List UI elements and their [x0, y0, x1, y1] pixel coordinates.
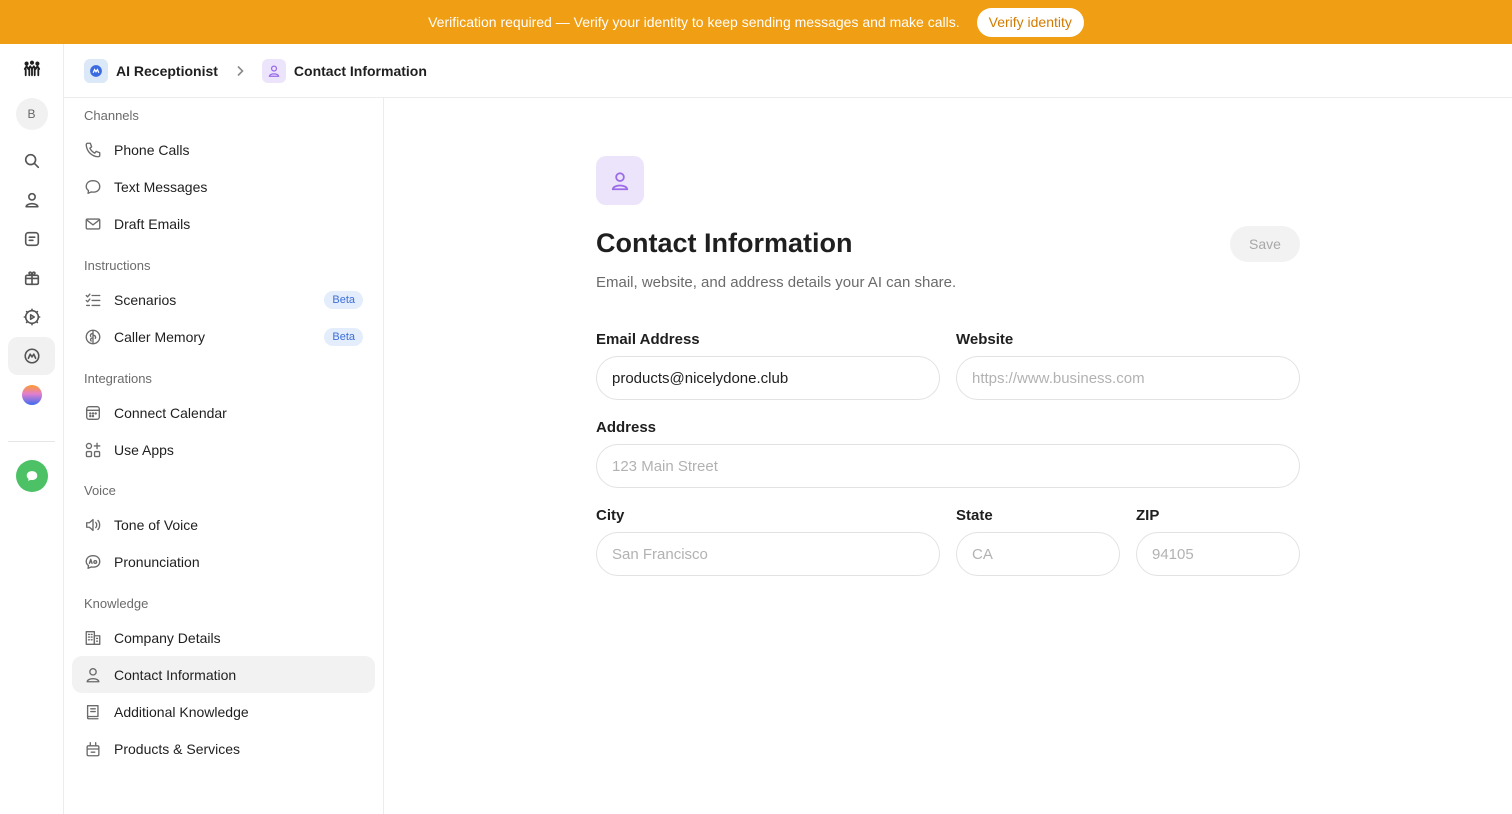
nav-item-company-details[interactable]: Company Details [72, 619, 375, 656]
nav-item-use-apps[interactable]: Use Apps [72, 431, 375, 468]
nav-item-caller-memory[interactable]: Caller Memory Beta [72, 318, 375, 355]
nav-item-label: Text Messages [114, 178, 208, 195]
nav-item-label: Use Apps [114, 441, 174, 458]
city-label: City [596, 507, 625, 524]
city-field[interactable] [596, 532, 940, 576]
contact-user-icon [596, 156, 644, 205]
user-icon [84, 666, 102, 684]
chat-bubble-icon [84, 178, 102, 196]
user-icon [261, 58, 286, 83]
settings-play-icon[interactable] [8, 298, 55, 336]
page-title: Contact Information [596, 228, 853, 258]
mail-icon [84, 215, 102, 233]
rail-divider [8, 441, 55, 442]
email-label: Email Address [596, 331, 700, 348]
nav-item-label: Draft Emails [114, 215, 191, 232]
building-icon [84, 629, 102, 647]
pronunciation-icon [84, 553, 102, 571]
search-icon[interactable] [8, 142, 55, 180]
notes-icon[interactable] [8, 220, 55, 258]
breadcrumb-ai-receptionist[interactable]: AI Receptionist [84, 58, 218, 83]
nav-item-scenarios[interactable]: Scenarios Beta [72, 281, 375, 318]
section-voice: Voice [84, 483, 116, 498]
nav-item-products-services[interactable]: Products & Services [72, 730, 375, 767]
section-integrations: Integrations [84, 371, 152, 386]
nav-item-label: Phone Calls [114, 141, 190, 158]
verify-identity-button[interactable]: Verify identity [976, 7, 1084, 37]
products-icon [84, 740, 102, 758]
nav-item-label: Company Details [114, 629, 221, 646]
settings-nav: Channels Phone Calls Text Messages Draft… [64, 98, 384, 814]
chevron-right-icon [232, 63, 248, 79]
nav-item-label: Additional Knowledge [114, 703, 249, 720]
verification-banner: Verification required — Verify your iden… [0, 0, 1512, 44]
chat-icon[interactable] [8, 457, 55, 495]
email-field[interactable] [596, 356, 940, 400]
breadcrumb-label: Contact Information [293, 62, 427, 79]
banner-text: Verification required — Verify your iden… [428, 14, 960, 30]
state-field[interactable] [956, 532, 1120, 576]
icon-rail: B [0, 44, 64, 814]
nav-item-label: Pronunciation [114, 553, 200, 570]
ai-receptionist-icon[interactable] [8, 337, 55, 375]
page-subtitle: Email, website, and address details your… [596, 274, 957, 291]
beta-badge: Beta [324, 327, 363, 346]
gradient-orb [21, 385, 42, 405]
nav-item-text-messages[interactable]: Text Messages [72, 168, 375, 205]
nav-item-connect-calendar[interactable]: Connect Calendar [72, 394, 375, 431]
nav-item-label: Caller Memory [114, 328, 206, 345]
nav-item-label: Connect Calendar [114, 404, 227, 421]
section-channels: Channels [84, 108, 139, 123]
main-content: Contact Information Email, website, and … [384, 98, 1512, 814]
nav-item-label: Products & Services [114, 740, 241, 757]
breadcrumb: AI Receptionist Contact Information [64, 44, 1512, 98]
nav-item-draft-emails[interactable]: Draft Emails [72, 205, 375, 242]
book-icon [84, 703, 102, 721]
nav-item-contact-information[interactable]: Contact Information [72, 656, 375, 693]
nav-item-label: Contact Information [114, 666, 237, 683]
breadcrumb-label: AI Receptionist [116, 62, 218, 79]
address-field[interactable] [596, 444, 1300, 488]
section-instructions: Instructions [84, 258, 151, 273]
apps-icon [84, 441, 102, 459]
nav-item-pronunciation[interactable]: Pronunciation [72, 543, 375, 580]
nav-item-label: Scenarios [114, 291, 177, 308]
calendar-icon [84, 404, 102, 422]
beta-badge: Beta [324, 290, 363, 309]
account-avatar[interactable]: B [8, 95, 55, 133]
checklist-icon [84, 291, 102, 309]
user-icon[interactable] [8, 181, 55, 219]
state-label: State [956, 507, 993, 524]
website-label: Website [956, 331, 1014, 348]
logo-icon[interactable] [8, 50, 55, 88]
speaker-icon [84, 516, 102, 534]
zip-label: ZIP [1136, 507, 1160, 524]
gradient-orb-icon[interactable] [8, 376, 55, 414]
chat-bubble [15, 460, 48, 492]
save-button[interactable]: Save [1230, 226, 1300, 262]
website-field[interactable] [956, 356, 1300, 400]
nav-item-label: Tone of Voice [114, 516, 199, 533]
breadcrumb-contact-information: Contact Information [261, 58, 427, 83]
ai-receptionist-icon [84, 58, 108, 83]
brain-icon [84, 328, 102, 346]
nav-item-additional-knowledge[interactable]: Additional Knowledge [72, 693, 375, 730]
nav-item-tone-of-voice[interactable]: Tone of Voice [72, 506, 375, 543]
phone-icon [84, 141, 102, 159]
zip-field[interactable] [1136, 532, 1300, 576]
avatar-letter: B [15, 98, 48, 130]
nav-item-phone-calls[interactable]: Phone Calls [72, 131, 375, 168]
address-label: Address [596, 419, 657, 436]
gift-icon[interactable] [8, 259, 55, 297]
section-knowledge: Knowledge [84, 596, 149, 611]
